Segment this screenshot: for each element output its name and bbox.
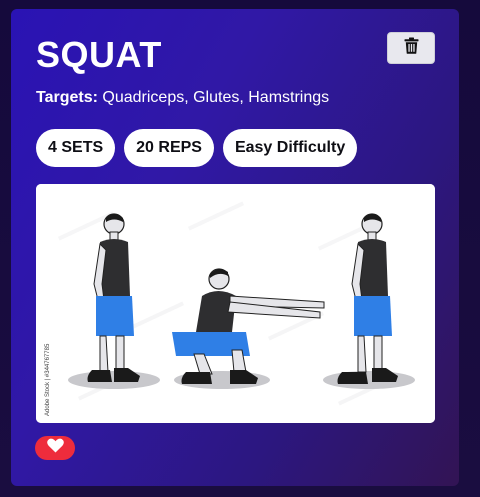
reps-badge: 20 REPS [124, 129, 214, 167]
exercise-title: SQUAT [36, 34, 162, 75]
svg-text:Adobe Stock | #344767785: Adobe Stock | #344767785 [45, 343, 51, 416]
favorite-button[interactable] [35, 436, 75, 460]
delete-button[interactable] [387, 32, 435, 64]
exercise-image: Adobe Stock | #344767785 [36, 184, 435, 423]
heart-icon [46, 438, 64, 458]
exercise-card: SQUAT Targets: Quadriceps, Glutes, Hamst… [11, 9, 459, 486]
exercise-stats: 4 SETS 20 REPS Easy Difficulty [36, 129, 358, 167]
targets-label: Targets: [36, 89, 98, 106]
sets-badge: 4 SETS [36, 129, 116, 167]
targets-line: Targets: Quadriceps, Glutes, Hamstrings [36, 88, 329, 108]
trash-icon [404, 37, 419, 59]
difficulty-badge: Easy Difficulty [222, 129, 358, 167]
page: SQUAT Targets: Quadriceps, Glutes, Hamst… [0, 0, 480, 497]
targets-value: Quadriceps, Glutes, Hamstrings [102, 89, 330, 106]
